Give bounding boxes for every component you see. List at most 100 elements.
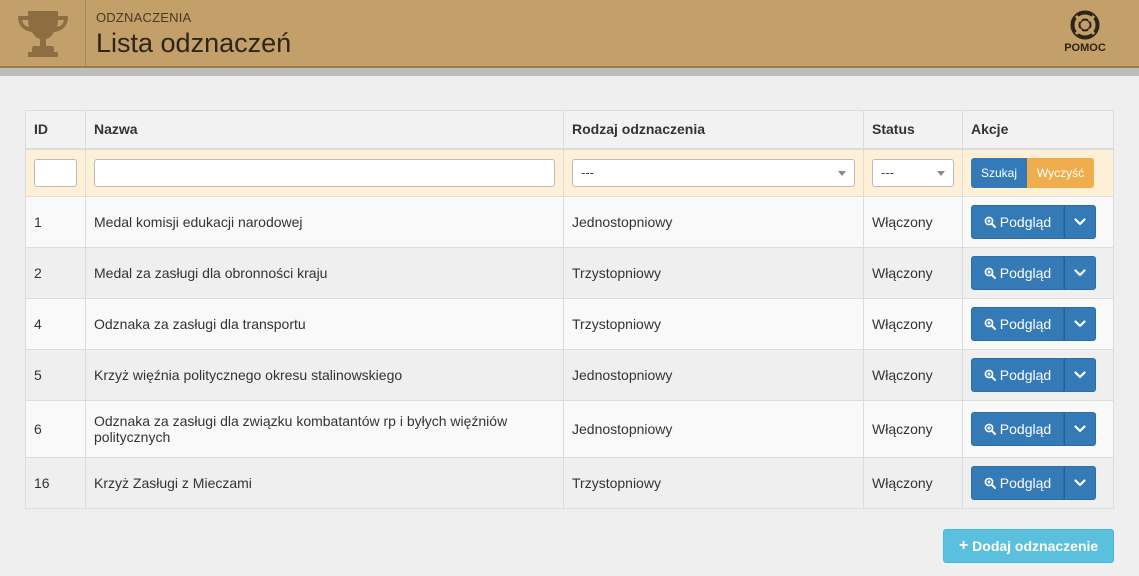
row-actions: Podgląd	[962, 196, 1114, 248]
preview-dropdown-toggle[interactable]	[1064, 256, 1096, 290]
row-id: 6	[25, 400, 86, 458]
row-type: Trzystopniowy	[563, 457, 864, 509]
zoom-in-icon	[984, 369, 996, 381]
zoom-in-icon	[984, 267, 996, 279]
preview-button-group: Podgląd	[971, 256, 1096, 290]
row-type: Trzystopniowy	[563, 298, 864, 350]
zoom-in-icon	[984, 423, 996, 435]
zoom-in-icon	[984, 216, 996, 228]
preview-button-group: Podgląd	[971, 307, 1096, 341]
filter-cell-id	[25, 147, 86, 197]
type-filter-select[interactable]: ---	[572, 158, 855, 187]
table-row: 4 Odznaka za zasługi dla transportu Trzy…	[25, 298, 1114, 350]
filter-cell-name	[85, 147, 564, 197]
row-name: Krzyż Zasługi z Mieczami	[85, 457, 564, 509]
clear-button[interactable]: Wyczyść	[1026, 157, 1095, 188]
row-name: Medal komisji edukacji narodowej	[85, 196, 564, 248]
id-filter-input[interactable]	[34, 158, 77, 187]
row-actions: Podgląd	[962, 400, 1114, 458]
row-status: Włączony	[863, 247, 963, 299]
table-body: 1 Medal komisji edukacji narodowej Jedno…	[25, 196, 1114, 509]
filter-cell-type: ---	[563, 147, 864, 197]
preview-dropdown-toggle[interactable]	[1064, 466, 1096, 500]
status-filter-select[interactable]: ---	[872, 158, 954, 187]
preview-button-label: Podgląd	[999, 265, 1052, 281]
add-award-button[interactable]: + Dodaj odznaczenie	[943, 529, 1114, 563]
row-actions: Podgląd	[962, 457, 1114, 509]
filter-cell-actions: Szukaj Wyczyść	[962, 147, 1114, 197]
preview-dropdown-toggle[interactable]	[1064, 205, 1096, 239]
preview-button-group: Podgląd	[971, 205, 1096, 239]
row-name: Medal za zasługi dla obronności kraju	[85, 247, 564, 299]
preview-button-label: Podgląd	[999, 214, 1052, 230]
table-row: 6 Odznaka za zasługi dla związku kombata…	[25, 400, 1114, 458]
column-header-type[interactable]: Rodzaj odznaczenia	[563, 110, 864, 149]
type-filter-value: ---	[581, 164, 594, 180]
preview-button[interactable]: Podgląd	[971, 466, 1064, 500]
plus-icon: +	[958, 537, 969, 554]
table-header-row: ID Nazwa Rodzaj odznaczenia Status Akcje	[25, 110, 1114, 149]
row-type: Jednostopniowy	[563, 400, 864, 458]
row-actions: Podgląd	[962, 298, 1114, 350]
row-status: Włączony	[863, 196, 963, 248]
chevron-down-icon	[1074, 320, 1086, 328]
row-type: Trzystopniowy	[563, 247, 864, 299]
header-subtitle: ODZNACZENIA	[96, 10, 192, 25]
trophy-icon	[17, 11, 68, 57]
help-button[interactable]: POMOC	[1061, 10, 1109, 54]
preview-button-group: Podgląd	[971, 466, 1096, 500]
row-actions: Podgląd	[962, 247, 1114, 299]
search-button[interactable]: Szukaj	[971, 157, 1028, 188]
preview-button[interactable]: Podgląd	[971, 256, 1064, 290]
lifebuoy-icon	[1070, 10, 1100, 40]
name-filter-input[interactable]	[94, 158, 555, 187]
column-header-actions: Akcje	[962, 110, 1114, 149]
row-name: Krzyż więźnia politycznego okresu stalin…	[85, 349, 564, 401]
preview-button-label: Podgląd	[999, 475, 1052, 491]
preview-button[interactable]: Podgląd	[971, 307, 1064, 341]
caret-down-icon	[838, 170, 846, 176]
preview-button-label: Podgląd	[999, 316, 1052, 332]
caret-down-icon	[937, 170, 945, 176]
preview-button[interactable]: Podgląd	[971, 205, 1064, 239]
preview-dropdown-toggle[interactable]	[1064, 307, 1096, 341]
row-type: Jednostopniowy	[563, 196, 864, 248]
status-filter-value: ---	[881, 164, 894, 180]
preview-button-label: Podgląd	[999, 421, 1052, 437]
preview-button-group: Podgląd	[971, 412, 1096, 446]
zoom-in-icon	[984, 318, 996, 330]
row-status: Włączony	[863, 298, 963, 350]
column-header-name[interactable]: Nazwa	[85, 110, 564, 149]
table-row: 16 Krzyż Zasługi z Mieczami Trzystopniow…	[25, 457, 1114, 509]
preview-button-group: Podgląd	[971, 358, 1096, 392]
row-type: Jednostopniowy	[563, 349, 864, 401]
row-status: Włączony	[863, 349, 963, 401]
chevron-down-icon	[1074, 218, 1086, 226]
row-id: 16	[25, 457, 86, 509]
page-title: Lista odznaczeń	[96, 28, 292, 58]
preview-button[interactable]: Podgląd	[971, 412, 1064, 446]
column-header-status[interactable]: Status	[863, 110, 963, 149]
row-id: 5	[25, 349, 86, 401]
header-logo	[0, 0, 86, 66]
filter-cell-status: ---	[863, 147, 963, 197]
preview-dropdown-toggle[interactable]	[1064, 358, 1096, 392]
preview-dropdown-toggle[interactable]	[1064, 412, 1096, 446]
awards-table: ID Nazwa Rodzaj odznaczenia Status Akcje…	[25, 110, 1114, 509]
row-name: Odznaka za zasługi dla transportu	[85, 298, 564, 350]
row-actions: Podgląd	[962, 349, 1114, 401]
table-row: 2 Medal za zasługi dla obronności kraju …	[25, 247, 1114, 299]
row-id: 1	[25, 196, 86, 248]
column-header-id[interactable]: ID	[25, 110, 86, 149]
help-label: POMOC	[1064, 42, 1106, 54]
header-divider	[0, 68, 1139, 76]
add-award-label: Dodaj odznaczenie	[972, 538, 1099, 554]
preview-button[interactable]: Podgląd	[971, 358, 1064, 392]
row-name: Odznaka za zasługi dla związku kombatant…	[85, 400, 564, 458]
table-row: 1 Medal komisji edukacji narodowej Jedno…	[25, 196, 1114, 248]
chevron-down-icon	[1074, 479, 1086, 487]
row-id: 2	[25, 247, 86, 299]
chevron-down-icon	[1074, 425, 1086, 433]
zoom-in-icon	[984, 477, 996, 489]
preview-button-label: Podgląd	[999, 367, 1052, 383]
